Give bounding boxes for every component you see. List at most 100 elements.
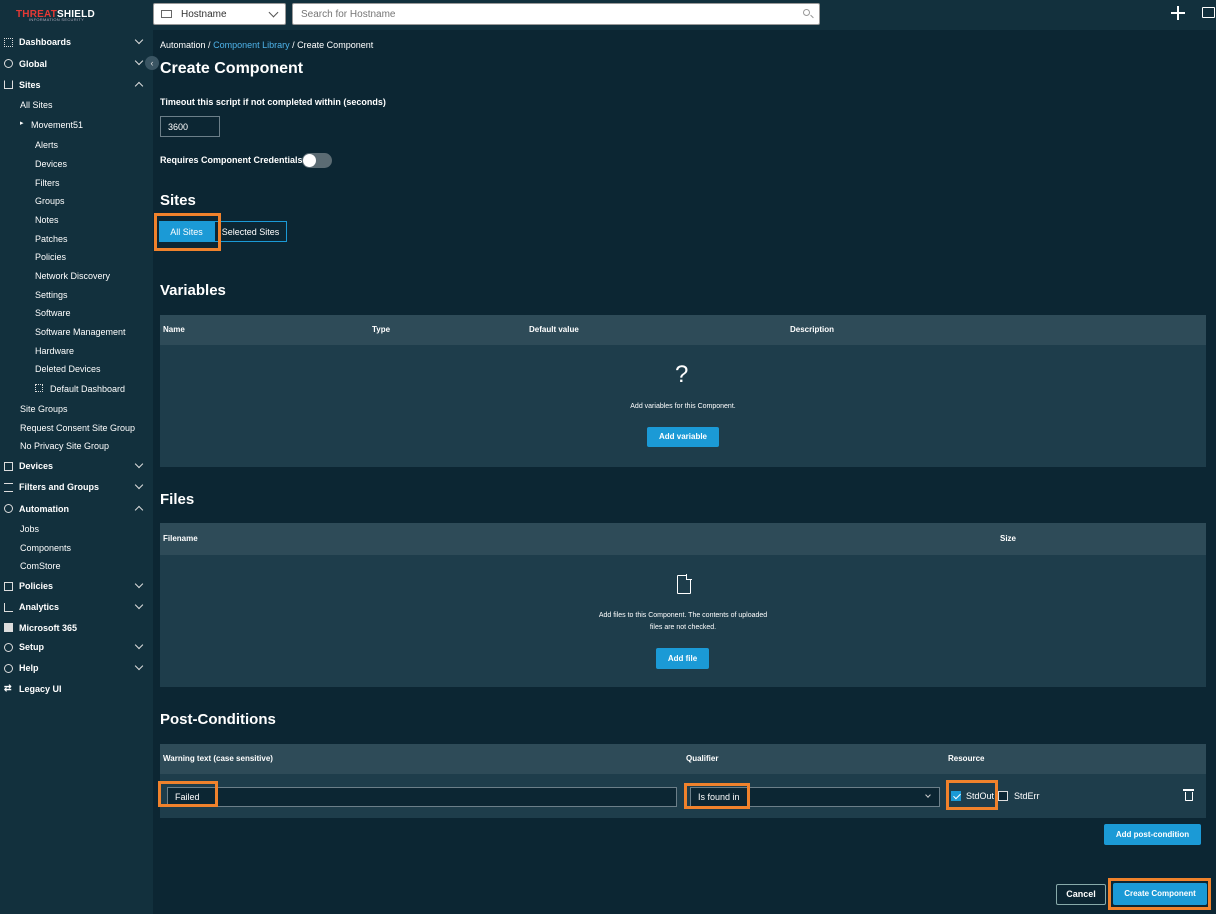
column-name[interactable]: Name bbox=[163, 325, 185, 334]
brand-logo[interactable]: THREATSHIELD INFORMATION SECURITY bbox=[12, 5, 95, 25]
stderr-label: StdErr bbox=[1014, 791, 1040, 801]
sidebar-item-sites[interactable]: Sites bbox=[19, 80, 41, 90]
column-filename[interactable]: Filename bbox=[163, 534, 198, 543]
sidebar-item-patches[interactable]: Patches bbox=[35, 234, 68, 244]
collapse-sidebar-icon[interactable]: ‹ bbox=[145, 56, 159, 70]
qualifier-select[interactable]: Is found in bbox=[690, 787, 940, 807]
credentials-toggle[interactable] bbox=[302, 153, 332, 168]
swap-icon: ⇄ bbox=[4, 683, 12, 693]
sidebar-item-filters-groups[interactable]: Filters and Groups bbox=[19, 482, 99, 492]
column-size[interactable]: Size bbox=[1000, 534, 1016, 543]
selected-sites-button[interactable]: Selected Sites bbox=[214, 221, 287, 242]
sidebar-item-legacy-ui[interactable]: Legacy UI bbox=[19, 684, 62, 694]
sidebar-item-comstore[interactable]: ComStore bbox=[20, 561, 61, 571]
chevron-down-icon[interactable] bbox=[134, 640, 144, 650]
dashboard-icon bbox=[35, 384, 43, 392]
analytics-icon bbox=[4, 603, 13, 612]
post-conditions-heading: Post-Conditions bbox=[160, 711, 276, 728]
column-type[interactable]: Type bbox=[372, 325, 390, 334]
chevron-down-icon[interactable] bbox=[134, 56, 144, 66]
stdout-label: StdOut bbox=[966, 791, 995, 801]
hostname-select[interactable]: Hostname bbox=[153, 3, 286, 25]
sidebar-item-components[interactable]: Components bbox=[20, 543, 71, 553]
sidebar-item-policies[interactable]: Policies bbox=[19, 581, 53, 591]
table-row: Is found in StdOut StdErr bbox=[160, 774, 1206, 818]
chevron-down-icon[interactable] bbox=[134, 459, 144, 469]
chevron-down-icon[interactable] bbox=[134, 579, 144, 589]
sidebar-item-hardware[interactable]: Hardware bbox=[35, 346, 74, 356]
search-icon[interactable] bbox=[803, 9, 810, 16]
sidebar-item-software-management[interactable]: Software Management bbox=[35, 327, 126, 337]
breadcrumb-component-library[interactable]: Component Library bbox=[213, 40, 290, 50]
sidebar-item-site-groups[interactable]: Site Groups bbox=[20, 404, 68, 414]
breadcrumb-current: Create Component bbox=[297, 40, 374, 50]
sidebar-item-site-devices[interactable]: Devices bbox=[35, 159, 67, 169]
stdout-checkbox[interactable] bbox=[951, 791, 961, 801]
sidebar-item-dashboards[interactable]: Dashboards bbox=[19, 37, 71, 47]
sidebar-item-global[interactable]: Global bbox=[19, 59, 47, 69]
chevron-down-icon[interactable] bbox=[134, 480, 144, 490]
sidebar-item-automation[interactable]: Automation bbox=[19, 504, 69, 514]
files-empty-text-1: Add files to this Component. The content… bbox=[598, 612, 768, 619]
column-warning-text[interactable]: Warning text (case sensitive) bbox=[163, 754, 273, 763]
warning-text-input[interactable] bbox=[167, 787, 677, 807]
files-empty-text-2: files are not checked. bbox=[649, 624, 717, 631]
home-icon bbox=[4, 80, 13, 89]
chevron-down-icon bbox=[268, 7, 279, 18]
variables-empty-text: Add variables for this Component. bbox=[630, 403, 736, 410]
trash-icon[interactable] bbox=[1183, 789, 1194, 801]
sidebar-item-groups[interactable]: Groups bbox=[35, 196, 65, 206]
all-sites-button[interactable]: All Sites bbox=[159, 221, 214, 242]
sidebar-item-network-discovery[interactable]: Network Discovery bbox=[35, 271, 110, 281]
chevron-down-icon[interactable] bbox=[134, 35, 144, 45]
sidebar-item-settings[interactable]: Settings bbox=[35, 290, 68, 300]
policies-icon bbox=[4, 582, 13, 591]
column-description[interactable]: Description bbox=[790, 325, 834, 334]
sidebar-item-request-consent[interactable]: Request Consent Site Group bbox=[20, 423, 135, 433]
chat-icon[interactable] bbox=[1202, 7, 1215, 18]
stderr-checkbox[interactable] bbox=[998, 791, 1008, 801]
column-default-value[interactable]: Default value bbox=[529, 325, 579, 334]
sidebar-item-m365[interactable]: Microsoft 365 bbox=[19, 623, 77, 633]
sidebar-item-setup[interactable]: Setup bbox=[19, 642, 44, 652]
sidebar-item-site[interactable]: Movement51 bbox=[31, 120, 83, 130]
automation-icon bbox=[4, 504, 13, 513]
sidebar-item-notes[interactable]: Notes bbox=[35, 215, 59, 225]
sidebar-item-help[interactable]: Help bbox=[19, 663, 39, 673]
sidebar-item-analytics[interactable]: Analytics bbox=[19, 602, 59, 612]
sidebar-item-all-sites[interactable]: All Sites bbox=[20, 100, 53, 110]
create-component-button[interactable]: Create Component bbox=[1113, 883, 1207, 905]
search-input[interactable] bbox=[292, 3, 820, 25]
sidebar-item-site-policies[interactable]: Policies bbox=[35, 252, 66, 262]
sidebar-item-default-dashboard[interactable]: Default Dashboard bbox=[50, 384, 125, 394]
sidebar-item-software[interactable]: Software bbox=[35, 308, 71, 318]
sidebar-item-filters[interactable]: Filters bbox=[35, 178, 60, 188]
column-resource[interactable]: Resource bbox=[948, 754, 984, 763]
gear-icon bbox=[4, 643, 13, 652]
files-heading: Files bbox=[160, 491, 195, 508]
help-icon bbox=[4, 664, 13, 673]
caret-right-icon[interactable]: ▸ bbox=[20, 119, 24, 127]
add-variable-button[interactable]: Add variable bbox=[647, 427, 719, 447]
breadcrumb-automation[interactable]: Automation bbox=[160, 40, 206, 50]
add-file-button[interactable]: Add file bbox=[656, 648, 709, 669]
chevron-up-icon[interactable] bbox=[134, 81, 144, 91]
microsoft-icon bbox=[4, 623, 13, 632]
top-bar: THREATSHIELD INFORMATION SECURITY Hostna… bbox=[0, 0, 1216, 30]
chevron-up-icon[interactable] bbox=[134, 505, 144, 515]
sidebar-item-jobs[interactable]: Jobs bbox=[20, 524, 39, 534]
add-post-condition-button[interactable]: Add post-condition bbox=[1104, 824, 1201, 845]
add-icon[interactable] bbox=[1170, 5, 1186, 21]
sidebar-item-alerts[interactable]: Alerts bbox=[35, 140, 58, 150]
sidebar-item-devices[interactable]: Devices bbox=[19, 461, 53, 471]
sidebar-item-no-privacy[interactable]: No Privacy Site Group bbox=[20, 441, 109, 451]
timeout-label: Timeout this script if not completed wit… bbox=[160, 97, 386, 107]
column-qualifier[interactable]: Qualifier bbox=[686, 754, 718, 763]
sidebar: Dashboards Global Sites All Sites ▸ Move… bbox=[0, 30, 153, 914]
brand-tagline: INFORMATION SECURITY bbox=[29, 17, 85, 22]
cancel-button[interactable]: Cancel bbox=[1056, 884, 1106, 905]
sidebar-item-deleted-devices[interactable]: Deleted Devices bbox=[35, 364, 101, 374]
chevron-down-icon[interactable] bbox=[134, 661, 144, 671]
timeout-input[interactable] bbox=[160, 116, 220, 137]
chevron-down-icon[interactable] bbox=[134, 600, 144, 610]
